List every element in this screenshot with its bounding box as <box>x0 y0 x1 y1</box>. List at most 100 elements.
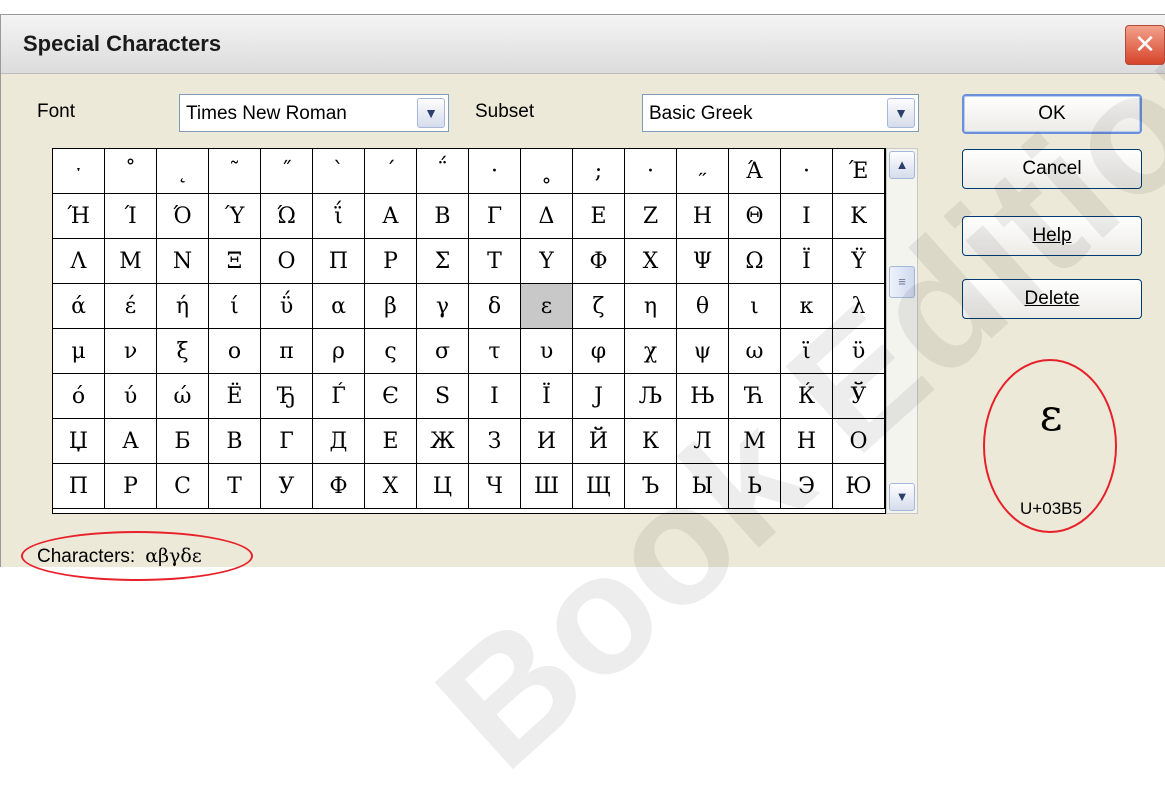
char-cell[interactable]: Ќ <box>781 374 833 419</box>
char-cell[interactable]: ˝ <box>261 149 313 194</box>
char-cell[interactable]: ή <box>157 284 209 329</box>
char-cell[interactable]: · <box>469 149 521 194</box>
char-cell[interactable]: δ <box>469 284 521 329</box>
char-cell[interactable]: ε <box>521 284 573 329</box>
char-cell[interactable]: У <box>261 464 313 509</box>
char-cell[interactable]: Є <box>365 374 417 419</box>
char-cell[interactable]: μ <box>53 329 105 374</box>
char-cell[interactable]: З <box>469 419 521 464</box>
char-cell[interactable]: Έ <box>833 149 885 194</box>
char-cell[interactable]: ˋ <box>313 149 365 194</box>
char-cell[interactable]: Ζ <box>625 194 677 239</box>
char-cell[interactable]: ί <box>209 284 261 329</box>
char-cell[interactable]: Њ <box>677 374 729 419</box>
char-cell[interactable]: έ <box>105 284 157 329</box>
char-cell[interactable]: ψ <box>677 329 729 374</box>
char-cell[interactable]: Ё <box>209 374 261 419</box>
char-cell[interactable]: І <box>469 374 521 419</box>
char-cell[interactable]: Ά <box>729 149 781 194</box>
char-cell[interactable]: ˳ <box>521 149 573 194</box>
char-cell[interactable]: Ѓ <box>313 374 365 419</box>
char-cell[interactable]: ˑ <box>53 149 105 194</box>
scroll-thumb[interactable]: ≡ <box>889 266 915 298</box>
char-cell[interactable]: ρ <box>313 329 365 374</box>
char-cell[interactable]: Е <box>365 419 417 464</box>
scroll-up-icon[interactable]: ▲ <box>889 151 915 179</box>
char-cell[interactable]: Θ <box>729 194 781 239</box>
char-cell[interactable]: ϋ <box>833 329 885 374</box>
font-select[interactable]: Times New Roman ▼ <box>179 94 449 132</box>
char-cell[interactable]: Κ <box>833 194 885 239</box>
char-cell[interactable]: ο <box>209 329 261 374</box>
char-cell[interactable]: Ь <box>729 464 781 509</box>
char-cell[interactable]: Ц <box>417 464 469 509</box>
char-cell[interactable]: ΄ <box>365 149 417 194</box>
char-cell[interactable]: Γ <box>469 194 521 239</box>
scroll-down-icon[interactable]: ▼ <box>889 483 915 511</box>
char-cell[interactable]: Ό <box>157 194 209 239</box>
char-cell[interactable]: Л <box>677 419 729 464</box>
char-cell[interactable]: Ί <box>105 194 157 239</box>
char-cell[interactable]: Б <box>157 419 209 464</box>
char-cell[interactable]: Ч <box>469 464 521 509</box>
char-cell[interactable]: Ж <box>417 419 469 464</box>
chevron-down-icon[interactable]: ▼ <box>887 98 915 128</box>
char-cell[interactable]: Д <box>313 419 365 464</box>
char-cell[interactable]: Г <box>261 419 313 464</box>
chevron-down-icon[interactable]: ▼ <box>417 98 445 128</box>
char-cell[interactable]: ξ <box>157 329 209 374</box>
char-cell[interactable]: υ <box>521 329 573 374</box>
char-cell[interactable]: Ї <box>521 374 573 419</box>
cancel-button[interactable]: Cancel <box>962 149 1142 189</box>
char-cell[interactable]: τ <box>469 329 521 374</box>
char-cell[interactable]: β <box>365 284 417 329</box>
ok-button[interactable]: OK <box>962 94 1142 134</box>
char-cell[interactable]: χ <box>625 329 677 374</box>
char-cell[interactable]: ; <box>573 149 625 194</box>
char-cell[interactable]: Ω <box>729 239 781 284</box>
char-cell[interactable]: ν <box>105 329 157 374</box>
char-cell[interactable]: Τ <box>469 239 521 284</box>
char-cell[interactable]: ˜ <box>209 149 261 194</box>
char-cell[interactable]: Λ <box>53 239 105 284</box>
char-cell[interactable]: Ψ <box>677 239 729 284</box>
char-cell[interactable]: П <box>53 464 105 509</box>
close-icon[interactable]: ✕ <box>1125 25 1165 65</box>
char-cell[interactable]: ΐ <box>313 194 365 239</box>
char-cell[interactable]: ό <box>53 374 105 419</box>
char-cell[interactable]: Ο <box>261 239 313 284</box>
char-cell[interactable]: И <box>521 419 573 464</box>
char-cell[interactable]: ς <box>365 329 417 374</box>
char-cell[interactable]: Ў <box>833 374 885 419</box>
char-cell[interactable]: Н <box>781 419 833 464</box>
char-cell[interactable]: С <box>157 464 209 509</box>
char-cell[interactable]: Ή <box>53 194 105 239</box>
char-cell[interactable]: Ю <box>833 464 885 509</box>
char-cell[interactable]: φ <box>573 329 625 374</box>
char-cell[interactable]: Љ <box>625 374 677 419</box>
help-button[interactable]: Help <box>962 216 1142 256</box>
char-cell[interactable]: К <box>625 419 677 464</box>
char-cell[interactable]: λ <box>833 284 885 329</box>
char-cell[interactable]: θ <box>677 284 729 329</box>
char-cell[interactable]: η <box>625 284 677 329</box>
char-cell[interactable]: Ѕ <box>417 374 469 419</box>
char-cell[interactable]: М <box>729 419 781 464</box>
char-cell[interactable]: Ы <box>677 464 729 509</box>
char-cell[interactable]: Ш <box>521 464 573 509</box>
char-cell[interactable]: ΰ <box>261 284 313 329</box>
char-cell[interactable]: γ <box>417 284 469 329</box>
char-cell[interactable]: В <box>209 419 261 464</box>
char-cell[interactable]: Δ <box>521 194 573 239</box>
char-cell[interactable]: Ξ <box>209 239 261 284</box>
char-cell[interactable]: А <box>105 419 157 464</box>
char-cell[interactable]: Ъ <box>625 464 677 509</box>
char-cell[interactable]: Ф <box>313 464 365 509</box>
char-cell[interactable]: О <box>833 419 885 464</box>
char-cell[interactable]: Η <box>677 194 729 239</box>
char-cell[interactable]: Φ <box>573 239 625 284</box>
char-cell[interactable]: Ϊ <box>781 239 833 284</box>
char-cell[interactable]: ζ <box>573 284 625 329</box>
delete-button[interactable]: Delete <box>962 279 1142 319</box>
char-cell[interactable]: Μ <box>105 239 157 284</box>
